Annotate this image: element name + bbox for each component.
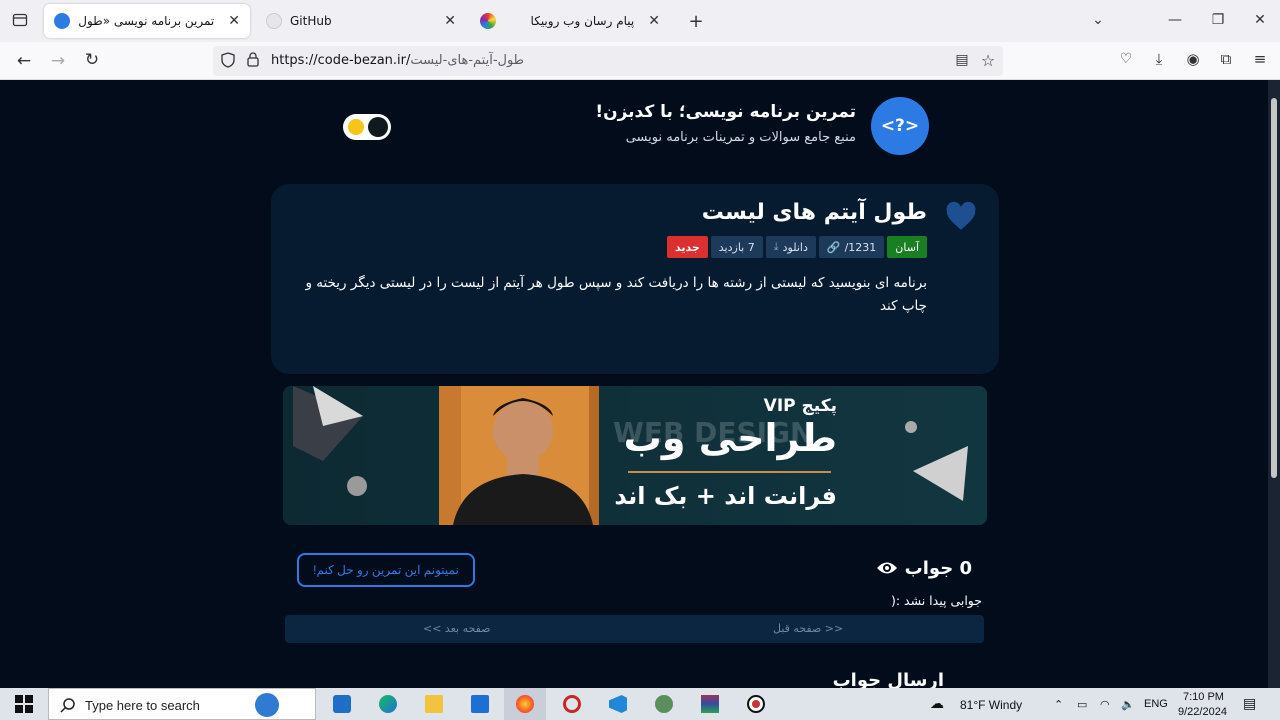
theme-toggle[interactable] bbox=[343, 114, 391, 140]
no-answer-text: جوابی پیدا نشد :( bbox=[890, 593, 982, 608]
tab-github[interactable]: GitHub ✕ bbox=[256, 4, 466, 38]
banner-top-label: پکیج VIP bbox=[763, 396, 837, 416]
wifi-icon[interactable]: ◠ bbox=[1100, 698, 1110, 711]
download-icon[interactable]: ⤓ bbox=[1149, 50, 1169, 68]
url-host: https://code-bezan.ir/ bbox=[271, 53, 411, 68]
menu-hamburger-icon[interactable]: ≡ bbox=[1250, 50, 1270, 68]
rubika-icon bbox=[480, 13, 496, 29]
banner-main-text: طراحی وب bbox=[623, 416, 837, 460]
question-id-badge: 1231/🔗 bbox=[818, 236, 885, 258]
sun-icon bbox=[348, 119, 364, 135]
tab-title: GitHub bbox=[290, 14, 332, 28]
account-icon[interactable]: ◉ bbox=[1183, 50, 1203, 68]
search-placeholder: Type here to search bbox=[85, 698, 200, 713]
bookmark-star-icon[interactable]: ☆ bbox=[979, 51, 997, 70]
shield-icon[interactable] bbox=[219, 52, 237, 72]
download-badge[interactable]: دانلود ⤓ bbox=[765, 236, 816, 258]
vscode-icon[interactable] bbox=[609, 695, 627, 713]
nav-bar: ← → ↻ https://code-bezan.ir/طول-آیتم-های… bbox=[0, 42, 1280, 80]
url-path: طول-آیتم-های-لیست bbox=[410, 53, 525, 68]
search-icon bbox=[60, 698, 75, 713]
views-badge: 7 بازدید bbox=[710, 236, 763, 258]
app-pen-icon[interactable] bbox=[655, 695, 673, 713]
minimize-icon[interactable]: — bbox=[1165, 12, 1185, 28]
tab-bar: ✕ تمرین برنامه نویسی «طول آیتم ه GitHub … bbox=[0, 0, 1280, 42]
tab-rubika[interactable]: پیام رسان وب روبیکا ✕ bbox=[470, 4, 670, 38]
new-tab-plus-icon[interactable]: + bbox=[686, 11, 706, 32]
link-icon: 🔗 bbox=[826, 240, 841, 254]
taskbar: Type here to search ☁ 81°F Windy ⌃ ▭ ◠ 🔈… bbox=[0, 688, 1280, 720]
download-label: دانلود bbox=[782, 240, 808, 254]
site-favicon-icon bbox=[54, 13, 70, 29]
site-logo[interactable]: <?> bbox=[871, 97, 929, 155]
winrar-icon[interactable] bbox=[701, 695, 719, 713]
edge-icon[interactable] bbox=[379, 695, 397, 713]
send-answer-heading: ارسال جواب bbox=[832, 670, 944, 688]
window-close-icon[interactable]: ✕ bbox=[1250, 12, 1270, 28]
download-icon: ⤓ bbox=[773, 240, 779, 253]
vip-banner[interactable]: پکیج VIP WEB DESIGN طراحی وب فرانت اند +… bbox=[283, 386, 987, 525]
github-icon bbox=[266, 13, 282, 29]
reader-view-icon[interactable]: ▤ bbox=[953, 52, 971, 68]
site-title[interactable]: تمرین برنامه نویسی؛ با کدبزن! bbox=[595, 102, 856, 122]
firefox-icon[interactable] bbox=[516, 695, 534, 713]
clock-date[interactable]: 9/22/2024 bbox=[1178, 706, 1227, 718]
site-subtitle: منبع جامع سوالات و تمرینات برنامه نویسی bbox=[625, 130, 856, 145]
tab-title: تمرین برنامه نویسی «طول آیتم ه bbox=[76, 14, 215, 28]
language-indicator[interactable]: ENG bbox=[1144, 698, 1168, 710]
prev-page-link[interactable]: << صفحه قبل bbox=[773, 622, 843, 635]
banner-sub-text: فرانت اند + بک اند bbox=[614, 482, 837, 510]
back-arrow-icon[interactable]: ← bbox=[14, 51, 34, 71]
windows-start-icon[interactable] bbox=[15, 695, 33, 713]
pocket-icon[interactable]: ♡ bbox=[1116, 51, 1136, 67]
question-id: 1231/ bbox=[844, 240, 877, 254]
new-badge: جدید bbox=[667, 236, 708, 258]
app-red-icon[interactable] bbox=[563, 695, 581, 713]
next-page-link[interactable]: صفحه بعد >> bbox=[423, 622, 490, 635]
forward-arrow-icon[interactable]: → bbox=[48, 51, 68, 71]
eye-icon[interactable] bbox=[876, 560, 898, 576]
cant-solve-button[interactable]: نمیتونم این تمرین رو حل کنم! bbox=[297, 553, 475, 587]
pagination: << صفحه قبل صفحه بعد >> bbox=[285, 615, 984, 643]
toggle-knob bbox=[368, 117, 388, 137]
close-icon[interactable]: ✕ bbox=[228, 13, 240, 29]
network-icon[interactable]: ▭ bbox=[1077, 698, 1087, 711]
tab-current[interactable]: ✕ تمرین برنامه نویسی «طول آیتم ه bbox=[44, 4, 250, 38]
tab-list-icon[interactable] bbox=[10, 12, 30, 32]
url-text: https://code-bezan.ir/طول-آیتم-های-لیست bbox=[271, 53, 524, 68]
difficulty-badge: آسان bbox=[887, 236, 927, 258]
reload-icon[interactable]: ↻ bbox=[82, 50, 102, 70]
close-icon[interactable]: ✕ bbox=[444, 13, 456, 29]
badge-row: آسان 1231/🔗 دانلود ⤓ 7 بازدید جدید bbox=[667, 236, 927, 258]
heart-icon[interactable] bbox=[944, 200, 978, 234]
weather-text[interactable]: 81°F Windy bbox=[960, 698, 1022, 712]
address-bar[interactable]: https://code-bezan.ir/طول-آیتم-های-لیست … bbox=[213, 46, 1003, 76]
notifications-icon[interactable]: ▤ bbox=[1243, 695, 1256, 712]
weather-icon[interactable]: ☁ bbox=[930, 695, 944, 712]
close-icon[interactable]: ✕ bbox=[648, 13, 660, 29]
globe-icon bbox=[255, 693, 279, 717]
clock-time[interactable]: 7:10 PM bbox=[1183, 691, 1224, 703]
question-card: طول آیتم های لیست آسان 1231/🔗 دانلود ⤓ 7 … bbox=[271, 184, 999, 374]
lock-icon[interactable] bbox=[245, 52, 261, 71]
chevron-up-icon[interactable]: ⌃ bbox=[1054, 698, 1063, 711]
file-explorer-icon[interactable] bbox=[425, 695, 443, 713]
mail-icon[interactable] bbox=[471, 695, 489, 713]
tab-title: پیام رسان وب روبیکا bbox=[530, 14, 635, 28]
scrollbar-thumb[interactable] bbox=[1271, 98, 1277, 478]
web-page: <?> تمرین برنامه نویسی؛ با کدبزن! منبع ج… bbox=[0, 80, 1268, 688]
taskbar-search-box[interactable]: Type here to search bbox=[48, 688, 316, 720]
question-title: طول آیتم های لیست bbox=[701, 200, 927, 225]
speaker-icon[interactable]: 🔈 bbox=[1121, 698, 1135, 711]
answers-heading: 0 جواب bbox=[904, 558, 972, 579]
store-icon[interactable] bbox=[333, 695, 351, 713]
question-description: برنامه ای بنویسید که لیستی از رشته ها را… bbox=[305, 275, 927, 314]
page-scrollbar[interactable] bbox=[1268, 80, 1280, 688]
chevron-down-icon[interactable]: ⌄ bbox=[1088, 12, 1108, 28]
extensions-icon[interactable]: ⧉ bbox=[1216, 50, 1236, 68]
record-icon[interactable] bbox=[747, 695, 765, 713]
restore-icon[interactable]: ❐ bbox=[1208, 12, 1228, 28]
